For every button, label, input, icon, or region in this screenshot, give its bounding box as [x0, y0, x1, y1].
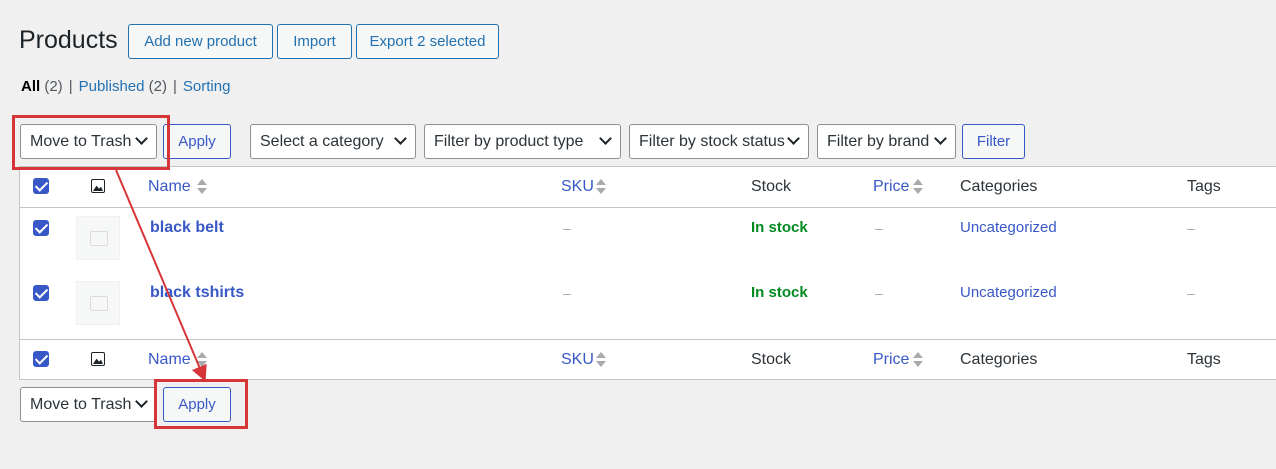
chevron-down-icon	[599, 132, 612, 145]
view-all-link[interactable]: All	[21, 78, 40, 95]
chevron-down-icon	[394, 132, 407, 145]
column-footer-name[interactable]: Name	[148, 351, 191, 369]
sort-icon[interactable]	[596, 351, 606, 369]
product-thumbnail[interactable]	[76, 281, 120, 325]
brand-filter-select[interactable]: Filter by brand	[817, 124, 956, 159]
image-icon	[91, 352, 105, 366]
row-checkbox[interactable]	[33, 220, 49, 236]
header-divider	[20, 207, 1276, 208]
column-footer-tags: Tags	[1187, 351, 1221, 368]
chevron-down-icon	[934, 132, 947, 145]
product-type-filter-select[interactable]: Filter by product type	[424, 124, 621, 159]
add-new-product-button[interactable]: Add new product	[128, 24, 273, 59]
sort-icon[interactable]	[913, 351, 923, 369]
sku-value: –	[563, 285, 571, 301]
bulk-action-select-bottom[interactable]: Move to Trash	[20, 387, 157, 422]
category-link[interactable]: Uncategorized	[960, 219, 1057, 236]
image-icon	[91, 179, 105, 193]
stock-status-filter-value: Filter by stock status	[639, 133, 785, 150]
price-value: –	[875, 220, 883, 236]
sort-icon[interactable]	[596, 178, 606, 196]
column-footer-sku[interactable]: SKU	[561, 351, 594, 369]
view-separator: |	[173, 78, 177, 95]
filter-button[interactable]: Filter	[962, 124, 1025, 159]
product-thumbnail[interactable]	[76, 216, 120, 260]
sort-icon[interactable]	[913, 178, 923, 196]
select-all-checkbox-footer[interactable]	[33, 351, 49, 367]
product-name-link[interactable]: black belt	[150, 219, 224, 237]
stock-status: In stock	[751, 284, 808, 301]
highlight-box-bottom	[154, 379, 248, 429]
category-link[interactable]: Uncategorized	[960, 284, 1057, 301]
brand-filter-value: Filter by brand	[827, 133, 930, 150]
category-filter-value: Select a category	[260, 133, 384, 150]
view-separator: |	[68, 78, 73, 95]
sort-icon[interactable]	[197, 351, 207, 369]
export-selected-button[interactable]: Export 2 selected	[356, 24, 499, 59]
select-all-checkbox[interactable]	[33, 178, 49, 194]
tags-value: –	[1187, 285, 1195, 301]
page-title: Products	[19, 26, 118, 54]
category-filter-select[interactable]: Select a category	[250, 124, 416, 159]
column-header-stock: Stock	[751, 178, 792, 195]
sort-icon[interactable]	[197, 178, 207, 196]
column-footer-categories: Categories	[960, 351, 1038, 368]
tags-value: –	[1187, 220, 1195, 236]
column-header-name[interactable]: Name	[148, 178, 191, 196]
apply-button-top[interactable]: Apply	[163, 124, 231, 159]
column-header-sku[interactable]: SKU	[561, 178, 594, 196]
column-footer-stock: Stock	[751, 351, 792, 368]
column-header-tags: Tags	[1187, 178, 1221, 195]
price-value: –	[875, 285, 883, 301]
view-sorting-link[interactable]: Sorting	[183, 78, 231, 95]
product-name-link[interactable]: black tshirts	[150, 284, 244, 302]
view-all-count: (2)	[44, 78, 63, 95]
views-filter: All (2) | Published (2) | Sorting	[21, 78, 230, 95]
view-published-link[interactable]: Published	[79, 78, 145, 95]
footer-divider	[20, 339, 1276, 340]
row-checkbox[interactable]	[33, 285, 49, 301]
view-published-count: (2)	[148, 78, 167, 95]
stock-status: In stock	[751, 219, 808, 236]
column-footer-price[interactable]: Price	[873, 351, 909, 369]
products-table: Name SKU Stock Price Categories Tags bla…	[19, 166, 1276, 380]
product-type-filter-value: Filter by product type	[434, 133, 584, 150]
chevron-down-icon	[135, 395, 148, 408]
column-header-price[interactable]: Price	[873, 178, 909, 196]
highlight-box-top	[12, 115, 170, 170]
stock-status-filter-select[interactable]: Filter by stock status	[629, 124, 809, 159]
sku-value: –	[563, 220, 571, 236]
chevron-down-icon	[787, 132, 800, 145]
import-button[interactable]: Import	[277, 24, 352, 59]
bulk-action-selected-value: Move to Trash	[30, 396, 132, 413]
column-header-categories: Categories	[960, 178, 1038, 195]
